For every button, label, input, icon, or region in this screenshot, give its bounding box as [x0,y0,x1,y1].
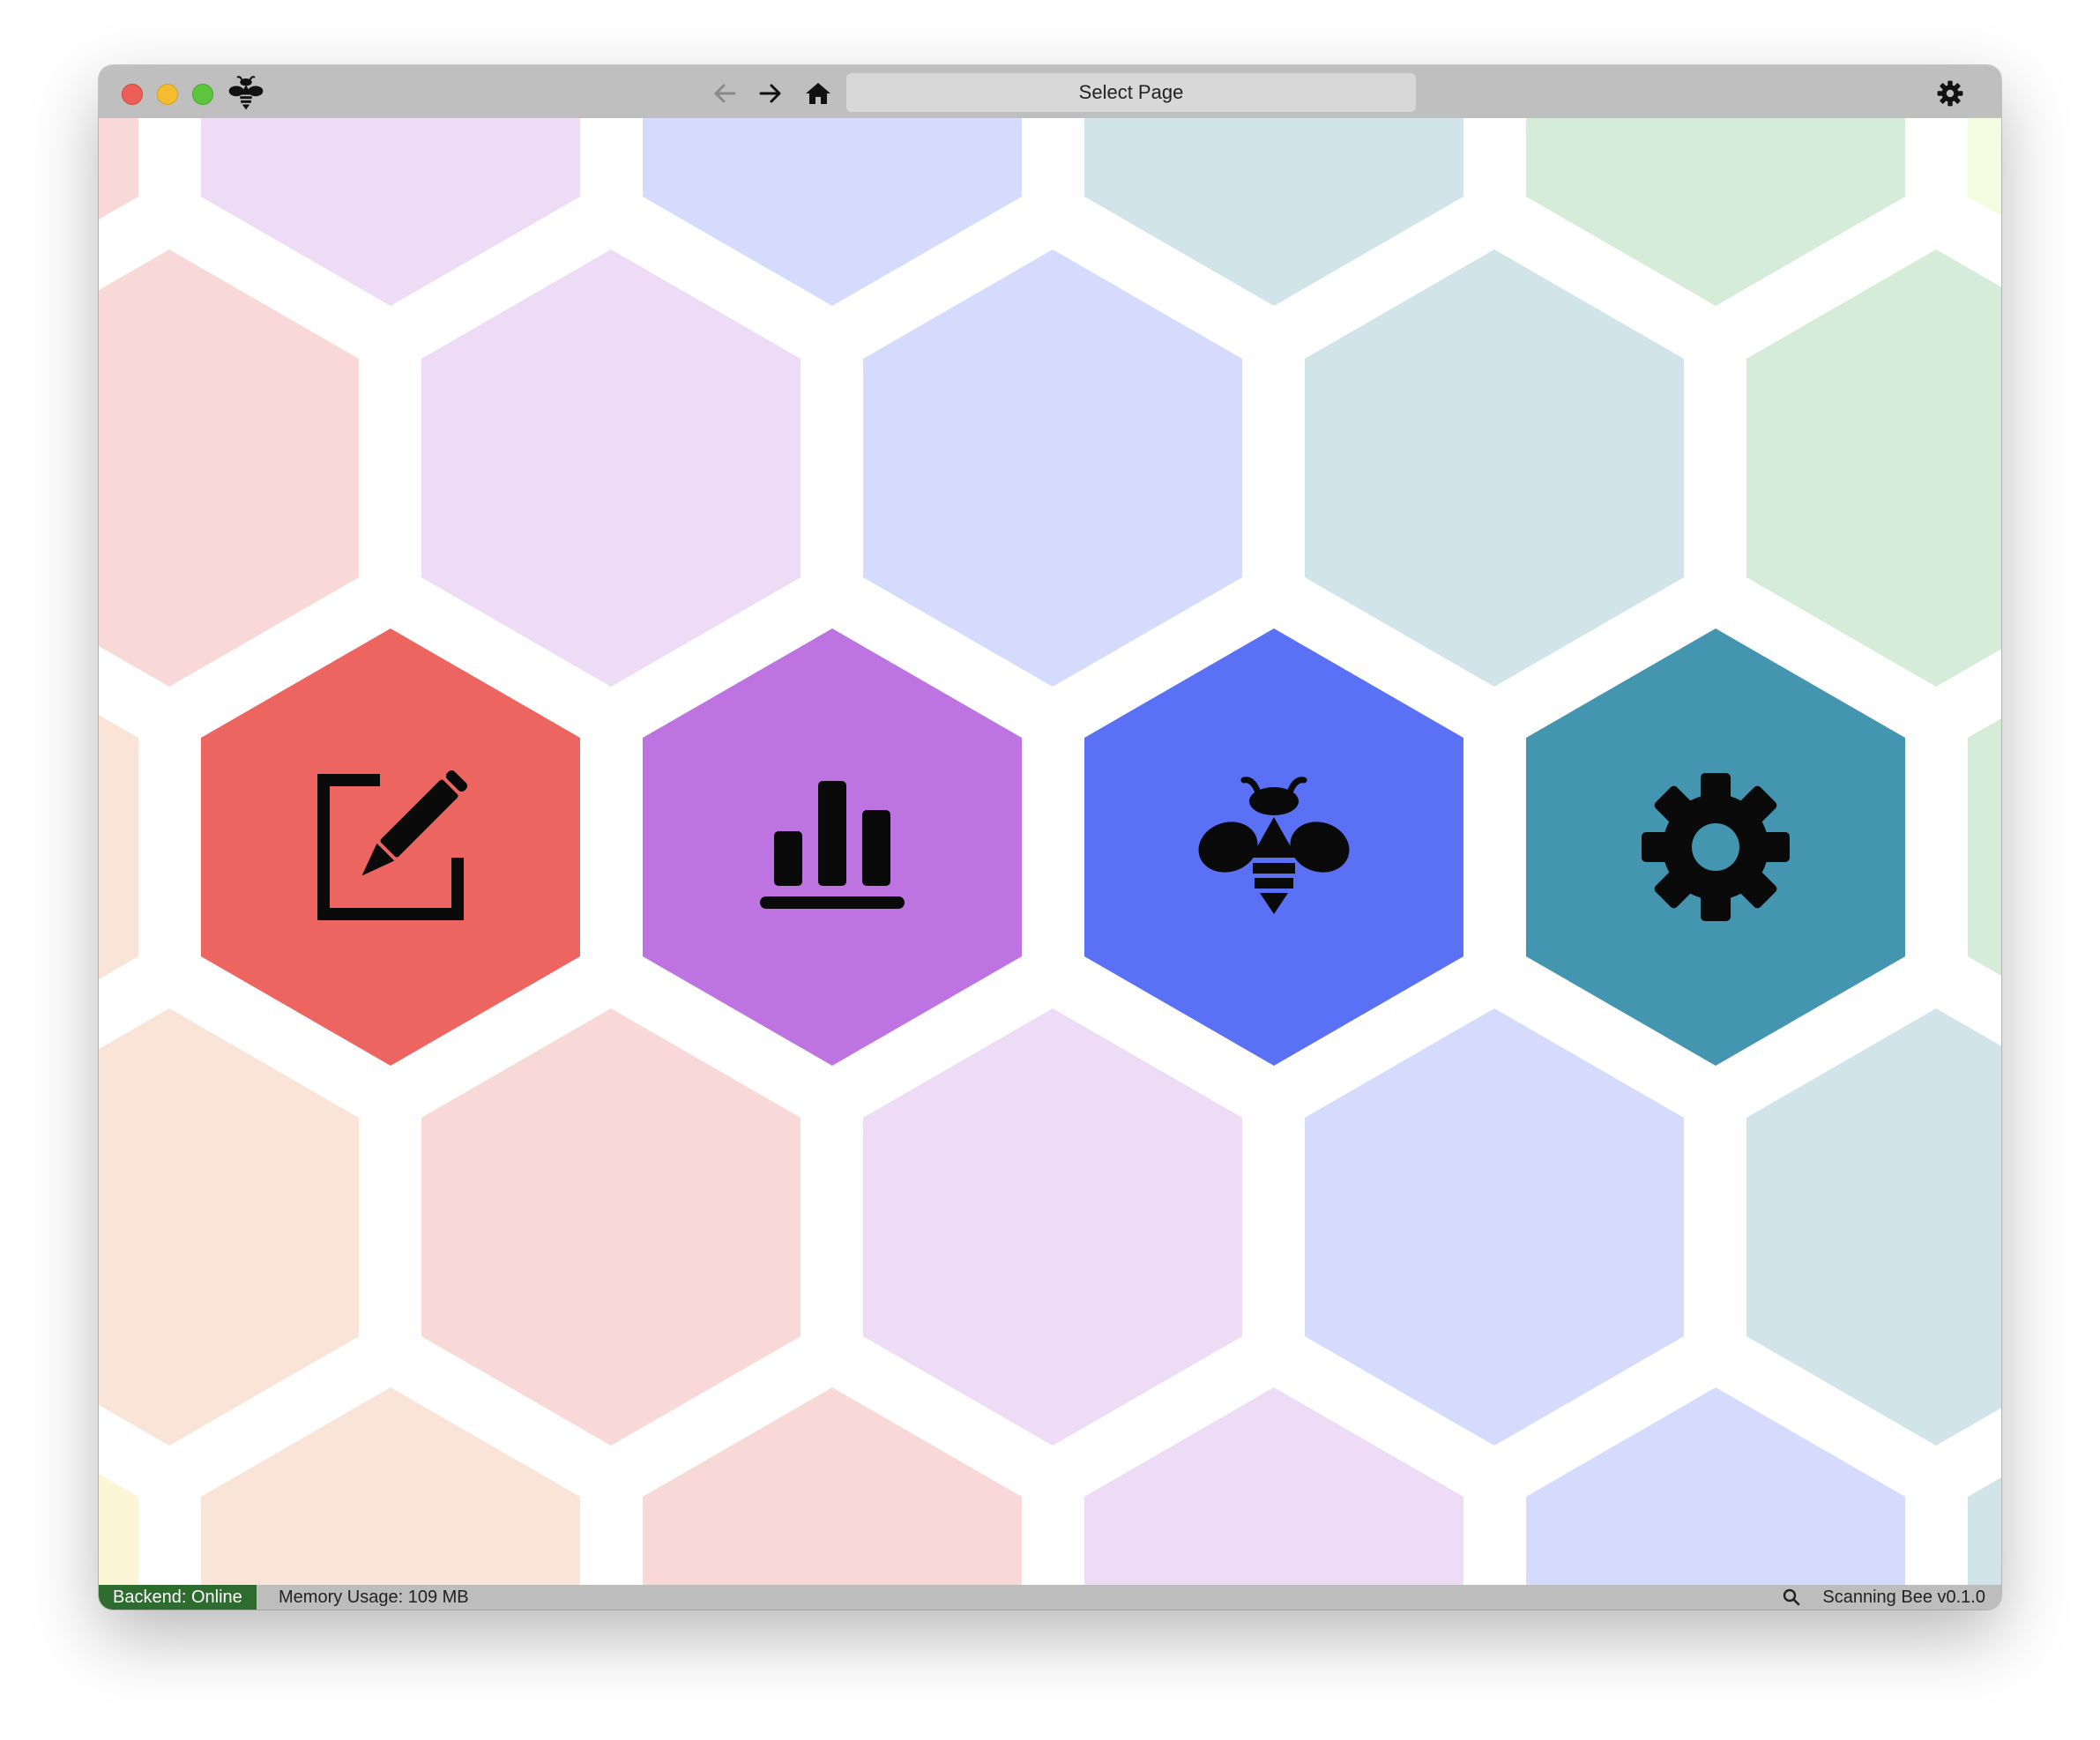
background-hexagon [863,1008,1242,1446]
close-window-button[interactable] [122,84,143,105]
home-button[interactable] [801,76,836,111]
search-icon [1783,1588,1800,1606]
background-hexagon [863,249,1242,687]
background-hexagon [201,118,580,306]
title-bar: Select Page [99,65,2001,118]
settings-button[interactable] [1932,76,1968,111]
maximize-window-button[interactable] [192,84,213,105]
page-select-dropdown[interactable]: Select Page [846,73,1416,112]
memory-usage-label: Memory Usage: 109 MB [279,1587,469,1607]
back-arrow-icon [714,84,736,103]
background-hexagon [99,1008,359,1446]
forward-button[interactable] [753,76,788,111]
background-hexagon [421,1008,801,1446]
settings-tile[interactable] [1526,628,1905,1066]
gear-icon [1937,80,1963,107]
app-version-label: Scanning Bee v0.1.0 [1822,1587,1985,1607]
background-hexagon [1526,118,1905,306]
search-button[interactable] [1781,1587,1802,1608]
background-hexagon [643,118,1022,306]
background-hexagon [201,1387,580,1585]
background-hexagon [99,249,359,687]
gear-icon [1642,773,1790,921]
background-hexagon [99,715,138,979]
background-hexagon [1526,1387,1905,1585]
background-hexagon [1305,249,1684,687]
statistics-tile[interactable] [643,628,1022,1066]
forward-arrow-icon [759,84,781,103]
background-hexagon [1084,118,1463,306]
bee-app-icon [227,74,264,111]
background-hexagon [1305,1008,1684,1446]
bee-tile[interactable] [1084,628,1463,1066]
status-bar: Backend: Online Memory Usage: 109 MB Sca… [99,1585,2001,1610]
background-hexagon [421,249,801,687]
background-hexagon [643,1387,1022,1585]
app-window: Select Page Backend: Online Memory Usage… [99,65,2001,1610]
background-hexagon [1746,249,2001,687]
background-hexagon [1084,1387,1463,1585]
minimize-window-button[interactable] [157,84,178,105]
back-button[interactable] [707,76,742,111]
hexagon-menu [99,118,2001,1585]
background-hexagon [1746,1008,2001,1446]
background-hexagon [1968,718,2001,976]
edit-tile[interactable] [201,628,580,1066]
home-icon [806,83,830,104]
backend-status-badge: Backend: Online [99,1585,257,1610]
